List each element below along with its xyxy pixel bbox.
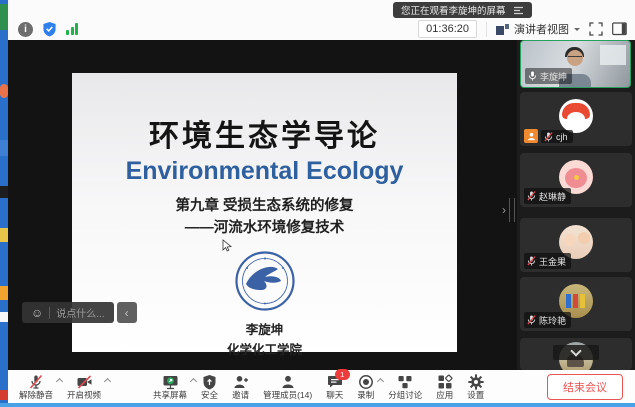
chevron-down-icon (570, 345, 581, 356)
participant-name-label: cjh (541, 130, 573, 143)
mic-muted-icon (527, 191, 536, 201)
scroll-more-button[interactable] (553, 345, 599, 360)
raised-hand-badge (524, 129, 538, 143)
participant-tile-wangjinguo[interactable]: 王金果 (520, 218, 632, 272)
mouse-cursor (222, 239, 232, 252)
participant-tile-zhaolinjing[interactable]: 赵琳静 (520, 153, 632, 207)
record-icon (358, 373, 374, 390)
invite-button[interactable]: 邀请 (225, 370, 256, 403)
chat-placeholder: 说点什么... (56, 305, 104, 320)
switch-screen-icon[interactable] (513, 6, 524, 15)
watching-banner: 您正在观看李旋坤的屏幕 (393, 2, 532, 18)
desktop-edge (0, 0, 8, 407)
participants-panel: 李旋坤 cjh (517, 40, 635, 370)
participant-tile-partial[interactable] (520, 338, 632, 370)
fox-avatar (559, 99, 593, 133)
view-mode-label: 演讲者视图 (514, 21, 569, 37)
record-button[interactable]: 录制 (350, 370, 381, 403)
taskbar-strip (0, 403, 635, 407)
unmute-button[interactable]: 解除静音 (12, 370, 60, 403)
side-panel-toggle-icon[interactable] (612, 22, 627, 36)
end-meeting-button[interactable]: 结束会议 (547, 374, 623, 400)
emoji-icon[interactable]: ☺ (31, 307, 43, 319)
security-status-icon[interactable] (42, 21, 57, 37)
presenter-department: 化学化工学院 (72, 339, 457, 358)
bottom-toolbar: 解除静音 开启视频 共享屏幕 (8, 370, 635, 403)
members-icon (280, 373, 296, 390)
chat-button[interactable]: 1 聊天 (319, 370, 350, 403)
panel-collapse-handle[interactable]: › (502, 198, 515, 222)
manage-members-button[interactable]: 管理成员(14) (256, 370, 319, 403)
quick-chat-bar[interactable]: ☺ 说点什么... ‹ (22, 302, 137, 323)
mic-muted-icon (28, 373, 44, 390)
university-seal-logo (234, 250, 296, 312)
chat-input[interactable]: ☺ 说点什么... (22, 302, 114, 323)
participant-name-label: 李旋坤 (525, 68, 572, 84)
participant-tile-chenlingyan[interactable]: 陈玲艳 (520, 277, 632, 331)
slide-chapter-line2: ——河流水环境修复技术 (72, 216, 457, 237)
speaker-view-button[interactable]: 演讲者视图 (496, 21, 580, 37)
mic-muted-icon (544, 132, 553, 142)
slide-chapter-line1: 第九章 受损生态系统的修复 (72, 194, 457, 215)
watching-banner-text: 您正在观看李旋坤的屏幕 (401, 3, 506, 17)
chat-badge: 1 (335, 369, 350, 380)
apps-icon (437, 373, 453, 390)
invite-person-icon (233, 373, 249, 390)
settings-button[interactable]: 设置 (460, 370, 491, 403)
breakout-rooms-icon (397, 373, 413, 390)
chevron-left-icon: ‹ (125, 306, 129, 320)
mic-muted-icon (527, 256, 536, 266)
mic-muted-icon (527, 315, 536, 325)
participant-tile-lixuankun[interactable]: 李旋坤 (520, 40, 631, 88)
meeting-info-icon[interactable]: i (18, 22, 33, 37)
slide-subtitle-en: Environmental Ecology (72, 157, 457, 186)
camera-off-icon (76, 373, 93, 390)
chevron-down-icon (574, 28, 580, 34)
drag-handle-icon (509, 198, 515, 222)
slide-title: 环境生态学导论 (72, 111, 457, 155)
meeting-header: i 01:36:20 演讲者视图 (8, 0, 635, 40)
participant-name-label: 赵琳静 (524, 188, 571, 204)
fullscreen-icon[interactable] (589, 22, 603, 36)
breakout-rooms-button[interactable]: 分组讨论 (381, 370, 429, 403)
chat-bubble-icon: 1 (327, 373, 343, 390)
mic-on-icon (528, 71, 537, 81)
settings-gear-icon (468, 373, 484, 390)
collapse-chat-button[interactable]: ‹ (117, 302, 137, 323)
shared-screen-area: 环境生态学导论 Environmental Ecology 第九章 受损生态系统… (8, 40, 635, 370)
chevron-right-icon: › (502, 204, 506, 216)
apps-button[interactable]: 应用 (429, 370, 460, 403)
security-shield-icon (202, 373, 217, 390)
share-screen-icon (162, 373, 179, 390)
network-signal-icon[interactable] (66, 23, 78, 35)
participant-tile-cjh[interactable]: cjh (520, 92, 632, 146)
participant-name-label: 陈玲艳 (524, 312, 571, 328)
participant-name-label: 王金果 (524, 253, 571, 269)
start-video-button[interactable]: 开启视频 (60, 370, 108, 403)
share-screen-button[interactable]: 共享屏幕 (146, 370, 194, 403)
chevron-up-icon[interactable] (104, 378, 111, 385)
layout-icon (496, 24, 509, 35)
security-button[interactable]: 安全 (194, 370, 225, 403)
meeting-timer: 01:36:20 (418, 20, 477, 38)
